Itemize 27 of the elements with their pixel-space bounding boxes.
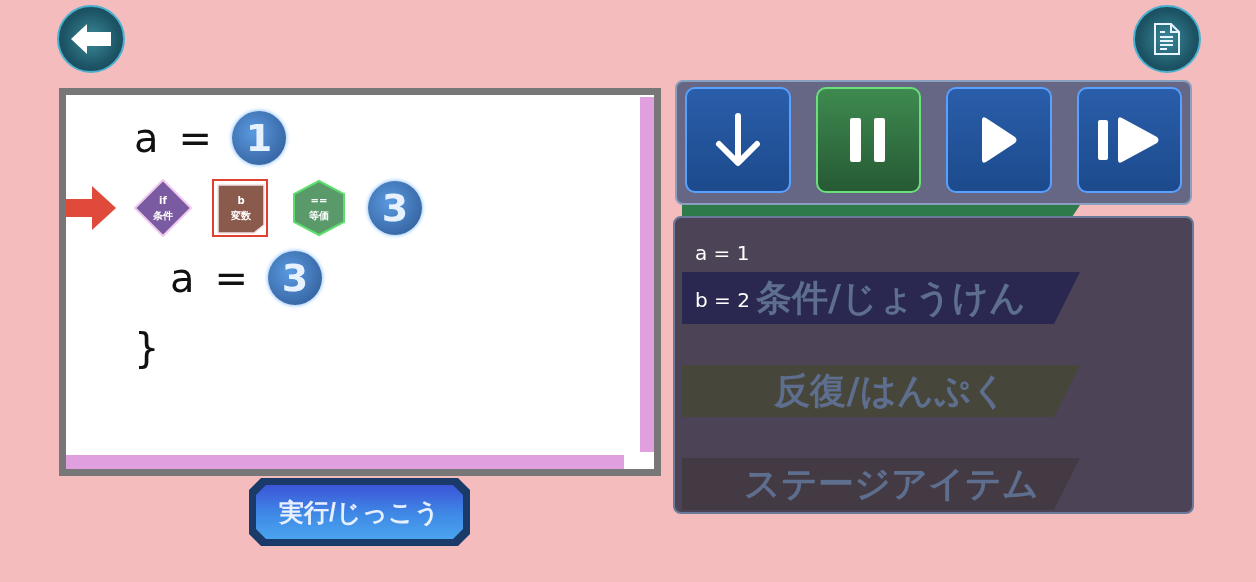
variable-value: a = 1 <box>695 240 750 266</box>
step-forward-icon <box>1098 116 1161 164</box>
number-token[interactable]: 3 <box>368 181 422 235</box>
play-button[interactable] <box>946 87 1052 193</box>
category-tab[interactable]: ステージアイテム <box>682 458 1080 510</box>
variable-block[interactable]: b 変数 <box>212 179 270 237</box>
category-tab[interactable]: 反復/はんぷく <box>682 365 1080 417</box>
code-text: } <box>134 328 160 368</box>
code-text: = <box>214 258 249 298</box>
code-text: a <box>134 118 159 158</box>
run-button[interactable]: 実行/じっこう <box>249 478 470 546</box>
operator-block[interactable]: == 等価 <box>290 179 348 237</box>
variable-value: b = 2 <box>695 287 750 313</box>
number-token[interactable]: 1 <box>232 111 287 165</box>
pause-button[interactable] <box>815 87 921 193</box>
code-text: a <box>170 258 195 298</box>
horizontal-scrollbar[interactable] <box>66 455 624 469</box>
condition-block[interactable]: if 条件 <box>134 179 192 237</box>
step-button[interactable] <box>1076 87 1182 193</box>
code-text: = <box>178 118 213 158</box>
vertical-scrollbar[interactable] <box>640 97 654 452</box>
back-arrow-icon <box>71 24 111 54</box>
pause-icon <box>850 118 887 162</box>
step-down-button[interactable] <box>685 87 791 193</box>
play-icon <box>979 116 1018 164</box>
document-icon <box>1153 22 1181 56</box>
number-token[interactable]: 3 <box>268 251 323 305</box>
